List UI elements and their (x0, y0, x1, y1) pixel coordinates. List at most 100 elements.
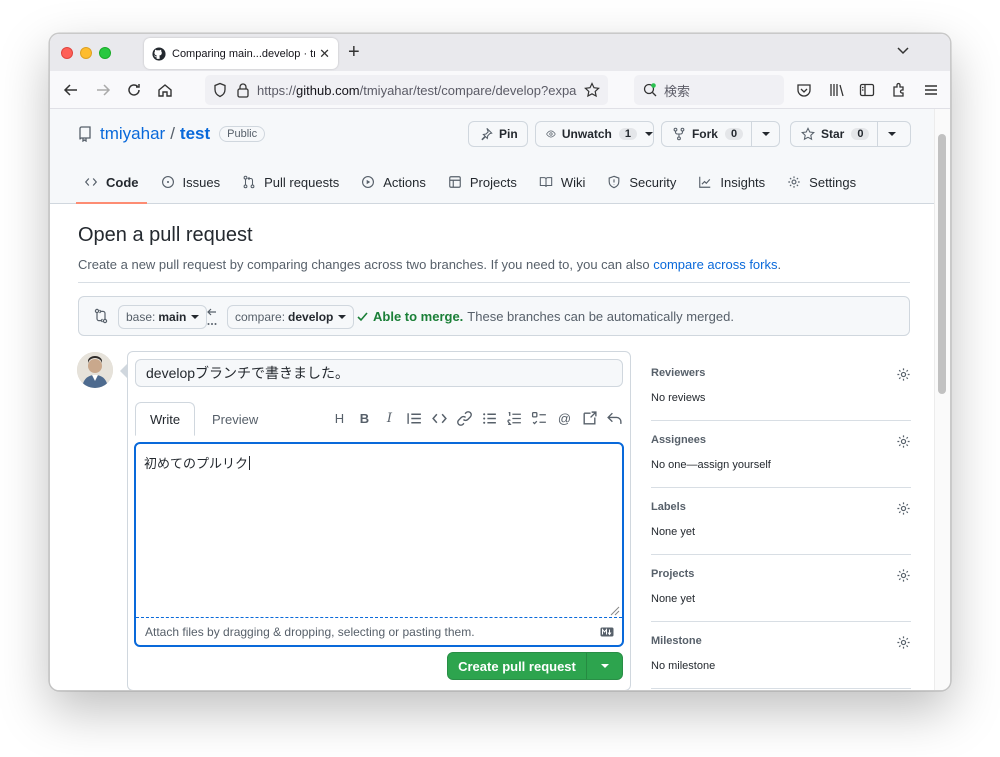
page-scrollbar[interactable] (934, 109, 950, 690)
attach-files-area[interactable]: Attach files by dragging & dropping, sel… (136, 617, 622, 645)
pin-button[interactable]: Pin (468, 121, 528, 147)
tab-wiki[interactable]: Wiki (531, 167, 594, 204)
base-branch-name: main (158, 310, 187, 324)
gear-icon[interactable] (896, 635, 911, 650)
tab-projects[interactable]: Projects (440, 167, 525, 204)
tab-insights[interactable]: Insights (690, 167, 773, 204)
repo-owner-link[interactable]: tmiyahar (100, 124, 165, 144)
chevron-down-icon[interactable] (896, 43, 910, 57)
subtitle-period: . (777, 257, 782, 272)
gear-icon[interactable] (896, 434, 911, 449)
tab-code[interactable]: Code (76, 167, 147, 204)
mention-icon[interactable]: @ (556, 410, 573, 427)
address-bar[interactable]: https://github.com/tmiyahar/test/compare… (205, 75, 608, 105)
gear-icon[interactable] (896, 367, 911, 382)
repo-header: tmiyahar / test Public Pin Unwatch 1 For… (50, 109, 936, 204)
cross-reference-icon[interactable] (581, 410, 598, 427)
reviewers-section: Reviewers No reviews (651, 354, 911, 421)
sidebar-icon[interactable] (858, 81, 876, 99)
fork-button[interactable]: Fork 0 (661, 121, 780, 147)
close-window-button[interactable] (61, 47, 73, 59)
text-cursor (249, 456, 251, 470)
code-icon[interactable] (431, 410, 448, 427)
zoom-window-button[interactable] (99, 47, 111, 59)
graph-icon (699, 176, 711, 188)
extensions-icon[interactable] (890, 81, 908, 99)
pr-title-input[interactable]: developブランチで書きました。 (135, 359, 623, 387)
gear-icon[interactable] (896, 501, 911, 516)
lock-icon[interactable] (236, 82, 250, 98)
chevron-down-icon (600, 664, 609, 668)
hamburger-menu-icon[interactable] (922, 81, 940, 99)
ordered-list-icon[interactable] (506, 410, 523, 427)
write-tab[interactable]: Write (135, 402, 196, 436)
pr-composer: developブランチで書きました。 Write Preview H B I @ (120, 351, 631, 690)
star-dropdown-button[interactable] (877, 122, 905, 146)
star-button[interactable]: Star 0 (790, 121, 911, 147)
markdown-toolbar: H B I @ (331, 410, 623, 427)
tab-insights-label: Insights (720, 175, 766, 190)
assignees-value[interactable]: No one—assign yourself (651, 459, 911, 471)
search-icon (643, 83, 657, 97)
heading-icon[interactable]: H (331, 410, 348, 427)
labels-value: None yet (651, 526, 696, 538)
attach-hint: Attach files by dragging & dropping, sel… (145, 625, 475, 639)
compare-across-forks-link[interactable]: compare across forks (653, 257, 777, 272)
quote-icon[interactable] (406, 410, 423, 427)
reviewers-value: No reviews (651, 392, 706, 404)
home-icon[interactable] (156, 81, 174, 99)
minimize-window-button[interactable] (80, 47, 92, 59)
github-page: tmiyahar / test Public Pin Unwatch 1 For… (50, 109, 936, 690)
pr-sidebar: Reviewers No reviews Assignees No one—as… (651, 354, 911, 689)
create-pr-dropdown-button[interactable] (586, 653, 622, 679)
compare-branch-select[interactable]: compare: develop (227, 305, 355, 329)
pin-icon (481, 127, 493, 141)
repo-name-link[interactable]: test (180, 124, 210, 144)
tab-title: Comparing main...develop · tmiyahar (172, 47, 315, 60)
browser-tab-active[interactable]: Comparing main...develop · tmiyahar ✕ (144, 38, 338, 69)
bold-icon[interactable]: B (356, 410, 373, 427)
check-icon (357, 312, 368, 322)
reload-icon[interactable] (125, 81, 143, 99)
unordered-list-icon[interactable] (481, 410, 498, 427)
pr-body-textarea[interactable]: 初めてのプルリク Attach files by dragging & drop… (134, 442, 624, 647)
tab-settings[interactable]: Settings (779, 167, 864, 204)
watch-count: 1 (618, 128, 637, 140)
arrow-left-icon (207, 308, 217, 325)
avatar[interactable] (77, 352, 113, 388)
task-list-icon[interactable] (531, 410, 548, 427)
unwatch-button[interactable]: Unwatch 1 (535, 121, 654, 147)
shield-icon (609, 175, 620, 189)
base-branch-select[interactable]: base: main (118, 305, 208, 329)
fork-dropdown-button[interactable] (751, 122, 779, 146)
library-icon[interactable] (828, 81, 846, 99)
forward-arrow-icon[interactable] (94, 81, 112, 99)
reply-icon[interactable] (606, 410, 623, 427)
tab-pull-requests[interactable]: Pull requests (234, 167, 347, 204)
bookmark-star-icon[interactable] (584, 82, 600, 98)
create-pull-request-button[interactable]: Create pull request (447, 652, 623, 680)
new-tab-icon[interactable]: + (348, 41, 360, 64)
pocket-icon[interactable] (795, 81, 813, 99)
shield-icon[interactable] (212, 82, 228, 98)
tab-issues[interactable]: Issues (153, 167, 229, 204)
link-icon[interactable] (456, 410, 473, 427)
tab-close-icon[interactable]: ✕ (319, 46, 330, 62)
divider (78, 282, 910, 283)
tab-actions[interactable]: Actions (353, 167, 434, 204)
gear-icon[interactable] (896, 568, 911, 583)
tab-security[interactable]: Security (599, 167, 684, 204)
scrollbar-thumb[interactable] (938, 134, 946, 394)
preview-tab[interactable]: Preview (198, 402, 272, 436)
fork-label: Fork (691, 127, 718, 141)
resize-handle-icon[interactable] (610, 606, 620, 616)
search-bar[interactable]: 検索 (634, 75, 784, 105)
compare-branch-name: develop (288, 310, 334, 324)
italic-icon[interactable]: I (381, 410, 398, 427)
chevron-down-icon (761, 132, 770, 136)
back-arrow-icon[interactable] (62, 81, 80, 99)
url-text: https://github.com/tmiyahar/test/compare… (257, 83, 577, 98)
markdown-icon[interactable] (600, 627, 614, 637)
unwatch-label: Unwatch (561, 127, 612, 141)
tab-code-label: Code (106, 175, 139, 190)
